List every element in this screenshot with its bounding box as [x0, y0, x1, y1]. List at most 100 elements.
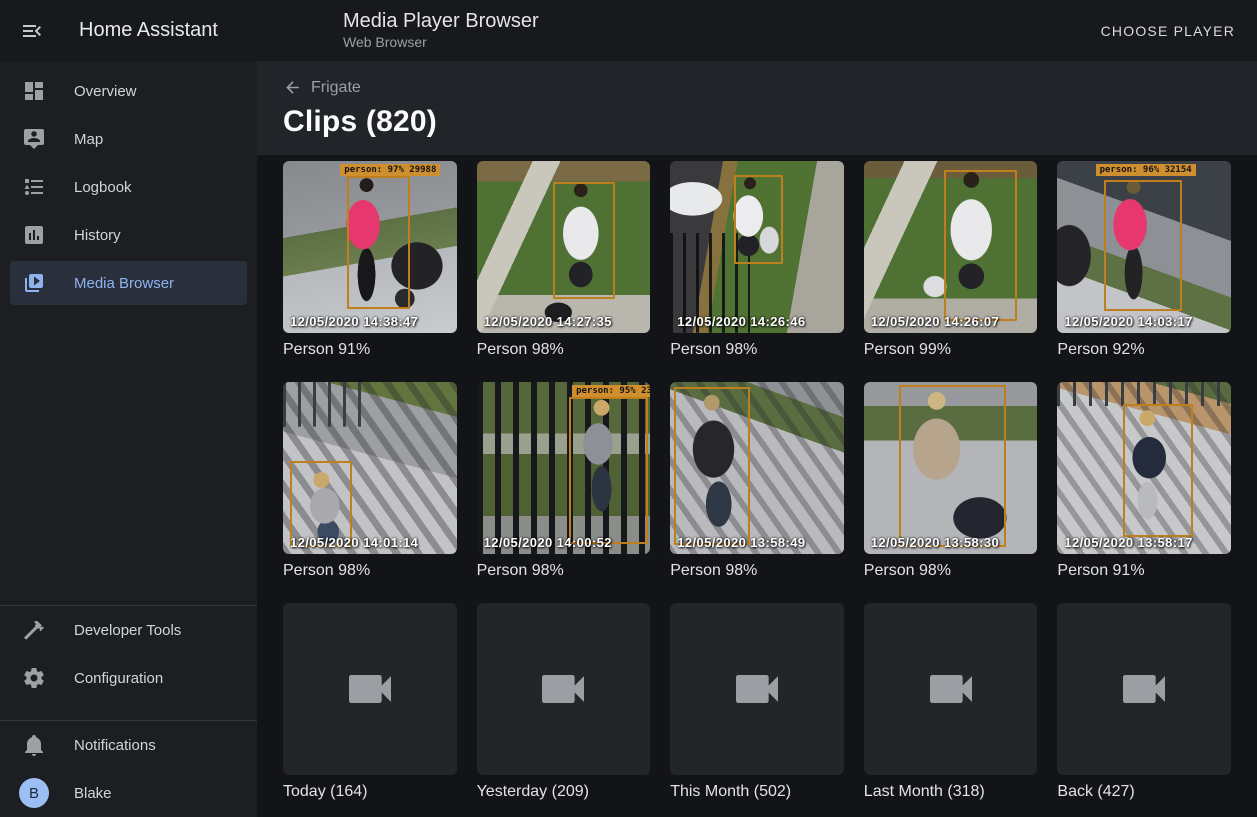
clip-thumbnail: 12/05/2020 14:26:46	[670, 161, 844, 333]
sidebar-item-profile[interactable]: B Blake	[10, 771, 247, 815]
clip-timestamp: 12/05/2020 14:03:17	[1064, 314, 1192, 329]
main-panel: Frigate Clips (820) person: 97% 29988 12…	[257, 61, 1257, 817]
sidebar-item-map[interactable]: Map	[10, 117, 247, 161]
video-camera-icon	[923, 661, 979, 717]
panel-subtitle: Web Browser	[343, 33, 539, 52]
clip-caption: Person 98%	[477, 562, 651, 580]
clip-caption: Person 91%	[1057, 562, 1231, 580]
clip-timestamp: 12/05/2020 13:58:30	[871, 535, 999, 550]
sidebar: Overview Map Logbook History Media Brows…	[0, 61, 257, 817]
breadcrumb-back[interactable]: Frigate	[283, 78, 361, 97]
clip-caption: Person 98%	[477, 341, 651, 359]
clip-thumbnail: 12/05/2020 14:01:14	[283, 382, 457, 554]
page-title: Clips (820)	[283, 105, 1231, 139]
clip-timestamp: 12/05/2020 14:01:14	[290, 535, 418, 550]
clip-card[interactable]: 12/05/2020 14:26:46 Person 98%	[670, 161, 844, 359]
folder-thumbnail	[864, 603, 1038, 775]
clip-card[interactable]: 12/05/2020 14:01:14 Person 98%	[283, 382, 457, 580]
gear-icon	[22, 666, 46, 690]
view-dashboard-icon	[22, 79, 46, 103]
clip-thumbnail: 12/05/2020 13:58:49	[670, 382, 844, 554]
detection-bounding-box	[944, 170, 1017, 321]
video-camera-icon	[535, 661, 591, 717]
folder-card-last-month[interactable]: Last Month (318)	[864, 603, 1038, 801]
sidebar-item-label: Media Browser	[74, 275, 174, 292]
folder-card-back[interactable]: Back (427)	[1057, 603, 1231, 801]
sidebar-divider	[0, 605, 257, 606]
clip-caption: Person 98%	[864, 562, 1038, 580]
sidebar-item-label: History	[74, 227, 121, 244]
sidebar-item-developer-tools[interactable]: Developer Tools	[10, 608, 247, 652]
detection-bounding-box	[569, 397, 649, 543]
sidebar-item-history[interactable]: History	[10, 213, 247, 257]
folder-thumbnail	[670, 603, 844, 775]
folder-thumbnail	[283, 603, 457, 775]
folder-card-yesterday[interactable]: Yesterday (209)	[477, 603, 651, 801]
video-camera-icon	[342, 661, 398, 717]
sidebar-divider	[0, 720, 257, 721]
panel-title: Media Player Browser	[343, 9, 539, 33]
detection-label: person: 97% 29988	[340, 164, 440, 176]
sidebar-toggle-button[interactable]	[20, 19, 44, 43]
clip-card[interactable]: 12/05/2020 14:26:07 Person 99%	[864, 161, 1038, 359]
detection-bounding-box	[734, 175, 783, 264]
choose-player-button[interactable]: CHOOSE PLAYER	[1095, 15, 1241, 47]
sidebar-spacer	[0, 307, 257, 605]
folder-label: This Month (502)	[670, 783, 844, 801]
sidebar-item-media-browser[interactable]: Media Browser	[10, 261, 247, 305]
video-camera-icon	[729, 661, 785, 717]
clip-thumbnail: person: 96% 32154 12/05/2020 14:03:17	[1057, 161, 1231, 333]
clip-card[interactable]: 12/05/2020 13:58:30 Person 98%	[864, 382, 1038, 580]
sidebar-gap	[0, 702, 257, 720]
folder-label: Today (164)	[283, 783, 457, 801]
detection-label: person: 96% 32154	[1096, 164, 1196, 176]
detection-bounding-box	[347, 176, 409, 308]
clip-card[interactable]: person: 97% 29988 12/05/2020 14:38:47 Pe…	[283, 161, 457, 359]
folder-card-today[interactable]: Today (164)	[283, 603, 457, 801]
clip-thumbnail: 12/05/2020 13:58:30	[864, 382, 1038, 554]
clip-thumbnail: 12/05/2020 13:58:17	[1057, 382, 1231, 554]
folder-label: Back (427)	[1057, 783, 1231, 801]
sidebar-item-notifications[interactable]: Notifications	[10, 723, 247, 767]
clip-thumbnail: person: 97% 29988 12/05/2020 14:38:47	[283, 161, 457, 333]
clip-timestamp: 12/05/2020 13:58:17	[1064, 535, 1192, 550]
detection-bounding-box	[1123, 404, 1192, 536]
sidebar-item-label: Blake	[74, 785, 112, 802]
detection-bounding-box	[674, 387, 750, 545]
sidebar-item-configuration[interactable]: Configuration	[10, 656, 247, 700]
clip-caption: Person 98%	[670, 341, 844, 359]
clip-card[interactable]: 12/05/2020 13:58:17 Person 91%	[1057, 382, 1231, 580]
sidebar-item-label: Logbook	[74, 179, 132, 196]
folder-thumbnail	[1057, 603, 1231, 775]
sidebar-item-label: Overview	[74, 83, 137, 100]
clip-caption: Person 98%	[283, 562, 457, 580]
clip-timestamp: 12/05/2020 14:26:07	[871, 314, 999, 329]
content-header: Frigate Clips (820)	[257, 61, 1257, 155]
clip-timestamp: 12/05/2020 14:27:35	[484, 314, 612, 329]
arrow-left-icon	[283, 78, 302, 97]
account-tooltip-icon	[22, 127, 46, 151]
video-camera-icon	[1116, 661, 1172, 717]
app-bar: Home Assistant Media Player Browser Web …	[0, 0, 1257, 61]
clip-card[interactable]: person: 95% 23432 12/05/2020 14:00:52 Pe…	[477, 382, 651, 580]
clip-timestamp: 12/05/2020 13:58:49	[677, 535, 805, 550]
clip-card[interactable]: person: 96% 32154 12/05/2020 14:03:17 Pe…	[1057, 161, 1231, 359]
clip-timestamp: 12/05/2020 14:26:46	[677, 314, 805, 329]
clip-caption: Person 91%	[283, 341, 457, 359]
clip-thumbnail: person: 95% 23432 12/05/2020 14:00:52	[477, 382, 651, 554]
bell-icon	[22, 733, 46, 757]
clip-card[interactable]: 12/05/2020 14:27:35 Person 98%	[477, 161, 651, 359]
play-box-multiple-icon	[22, 271, 46, 295]
folder-label: Yesterday (209)	[477, 783, 651, 801]
folder-card-this-month[interactable]: This Month (502)	[670, 603, 844, 801]
sidebar-item-label: Developer Tools	[74, 622, 181, 639]
clip-timestamp: 12/05/2020 14:38:47	[290, 314, 418, 329]
sidebar-item-label: Notifications	[74, 737, 156, 754]
clip-timestamp: 12/05/2020 14:00:52	[484, 535, 612, 550]
detection-bounding-box	[1104, 180, 1182, 311]
sidebar-item-logbook[interactable]: Logbook	[10, 165, 247, 209]
sidebar-item-overview[interactable]: Overview	[10, 69, 247, 113]
avatar: B	[19, 778, 49, 808]
clip-card[interactable]: 12/05/2020 13:58:49 Person 98%	[670, 382, 844, 580]
clip-caption: Person 99%	[864, 341, 1038, 359]
